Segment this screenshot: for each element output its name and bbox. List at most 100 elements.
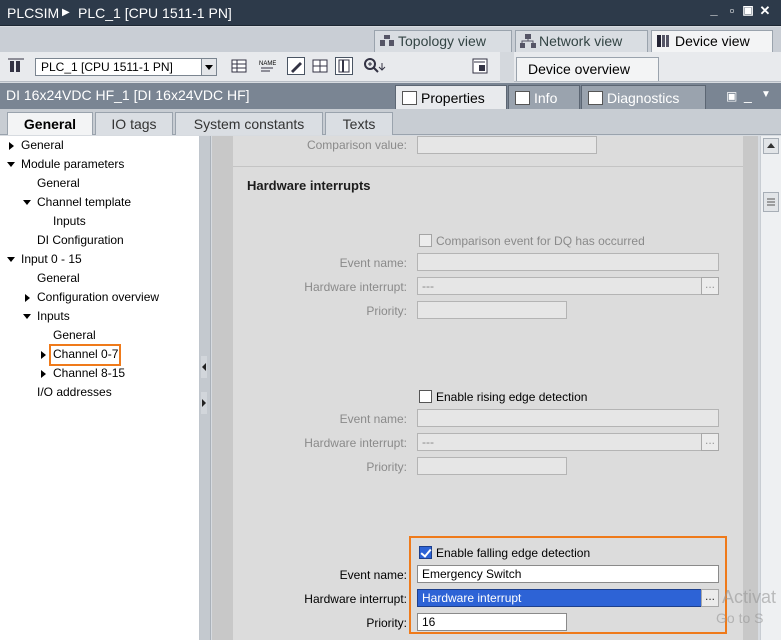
panel-layout-icon[interactable]: ▣ xyxy=(726,89,737,103)
browse-button-1: ... xyxy=(701,277,719,295)
overview-icon[interactable] xyxy=(471,57,489,75)
navigation-tree: General Module parameters General Channe… xyxy=(0,136,200,640)
tree-item-inputs[interactable]: Inputs xyxy=(0,307,70,326)
info-icon xyxy=(515,91,530,105)
chevron-down-icon[interactable] xyxy=(201,59,216,75)
properties-panel: Comparison value: Hardware interrupts Co… xyxy=(233,136,743,640)
comparison-value-field xyxy=(417,136,597,154)
float-icon[interactable]: ▣ xyxy=(741,3,755,19)
expand-right-icon[interactable] xyxy=(201,392,207,414)
tree-item-general[interactable]: General xyxy=(0,136,64,155)
event-name-label: Event name: xyxy=(339,412,407,426)
breadcrumb-device[interactable]: PLC_1 [CPU 1511-1 PN] xyxy=(78,5,232,21)
event-name-label: Event name: xyxy=(339,568,407,582)
tab-diagnostics-label: Diagnostics xyxy=(607,90,680,106)
topology-icon xyxy=(379,34,395,48)
module-title: DI 16x24VDC HF_1 [DI 16x24VDC HF] xyxy=(6,87,250,103)
collapse-left-icon[interactable] xyxy=(201,356,207,378)
minimize-icon[interactable]: _ xyxy=(744,87,752,103)
event-name-field-2 xyxy=(417,409,719,427)
tree-item-input-general[interactable]: General xyxy=(0,269,80,288)
tree-item-template-inputs[interactable]: Inputs xyxy=(0,212,86,231)
rising-edge-checkbox[interactable] xyxy=(419,390,432,403)
expand-icon[interactable] xyxy=(25,294,30,302)
tab-info[interactable]: Info xyxy=(508,85,580,109)
sub-tabs-row: General IO tags System constants Texts xyxy=(0,109,781,135)
splitter-grip[interactable] xyxy=(500,52,514,82)
device-config-icon[interactable] xyxy=(7,57,25,75)
tree-item-io-addresses[interactable]: I/O addresses xyxy=(0,383,112,402)
vertical-scrollbar[interactable] xyxy=(760,136,781,640)
tab-network-label: Network view xyxy=(539,33,623,49)
tree-item-di-configuration[interactable]: DI Configuration xyxy=(0,231,124,250)
rising-edge-label: Enable rising edge detection xyxy=(436,390,588,404)
subtab-general[interactable]: General xyxy=(7,112,93,135)
toolbar: PLC_1 [CPU 1511-1 PN] NAME xyxy=(0,52,781,82)
table-icon[interactable] xyxy=(230,57,248,75)
minimize-icon[interactable]: _ xyxy=(707,2,721,18)
tab-network-view[interactable]: Network view xyxy=(515,30,648,52)
expand-icon[interactable] xyxy=(41,370,46,378)
tree-item-module-parameters[interactable]: Module parameters xyxy=(0,155,124,174)
tree-item-configuration-overview[interactable]: Configuration overview xyxy=(0,288,159,307)
inspector-header: DI 16x24VDC HF_1 [DI 16x24VDC HF] Proper… xyxy=(0,83,781,109)
tree-item-channel-template[interactable]: Channel template xyxy=(0,193,131,212)
expand-icon[interactable] xyxy=(41,351,46,359)
collapse-icon[interactable] xyxy=(7,162,15,167)
tab-info-label: Info xyxy=(534,90,558,106)
breadcrumb-separator-icon: ▶ xyxy=(62,7,70,18)
close-icon[interactable]: ✕ xyxy=(758,3,772,19)
device-select-value: PLC_1 [CPU 1511-1 PN] xyxy=(41,60,173,74)
chevron-down-icon[interactable]: ▼ xyxy=(761,89,771,100)
hardware-interrupt-label: Hardware interrupt: xyxy=(304,280,407,294)
tree-item-inputs-general[interactable]: General xyxy=(0,326,96,345)
scroll-up-icon[interactable] xyxy=(763,138,779,154)
collapse-icon[interactable] xyxy=(23,200,31,205)
tab-device-view[interactable]: Device view xyxy=(651,30,773,52)
section-divider xyxy=(233,166,743,167)
tab-diagnostics[interactable]: Diagnostics xyxy=(581,85,706,109)
tree-item-input-0-15[interactable]: Input 0 - 15 xyxy=(0,250,82,269)
priority-label: Priority: xyxy=(366,460,407,474)
zoom-icon[interactable] xyxy=(363,57,386,75)
tree-item-module-general[interactable]: General xyxy=(0,174,80,193)
tab-device-label: Device view xyxy=(675,33,750,49)
device-icon xyxy=(656,34,672,48)
collapse-icon[interactable] xyxy=(23,314,31,319)
title-bar: PLCSIM ▶ PLC_1 [CPU 1511-1 PN] _ ▫ ▣ ✕ xyxy=(0,0,781,26)
hardware-interrupt-label: Hardware interrupt: xyxy=(304,436,407,450)
subtab-system-constants[interactable]: System constants xyxy=(175,112,323,135)
tree-item-channel-8-15[interactable]: Channel 8-15 xyxy=(0,364,125,383)
network-icon xyxy=(520,34,536,48)
tab-topology-label: Topology view xyxy=(398,33,486,49)
tab-properties-label: Properties xyxy=(421,90,485,106)
breadcrumb-app[interactable]: PLCSIM xyxy=(7,5,59,21)
device-select[interactable]: PLC_1 [CPU 1511-1 PN] xyxy=(35,58,217,76)
grid-icon[interactable] xyxy=(311,57,329,75)
priority-field-1 xyxy=(417,301,567,319)
event-name-field-1 xyxy=(417,253,719,271)
highlight-box-tree xyxy=(49,344,121,366)
browse-button-2: ... xyxy=(701,433,719,451)
event-name-label: Event name: xyxy=(339,256,407,270)
layout-icon[interactable] xyxy=(335,57,353,75)
collapse-icon[interactable] xyxy=(7,257,15,262)
tab-device-overview[interactable]: Device overview xyxy=(516,57,659,81)
comparison-value-label: Comparison value: xyxy=(306,138,407,152)
name-icon[interactable]: NAME xyxy=(258,57,276,75)
tree-splitter[interactable] xyxy=(200,136,211,640)
expand-icon[interactable] xyxy=(9,142,14,150)
subtab-io-tags[interactable]: IO tags xyxy=(95,112,173,135)
scroll-thumb[interactable] xyxy=(763,192,779,212)
comparison-event-checkbox[interactable] xyxy=(419,234,432,247)
highlight-box-falling-edge xyxy=(409,536,727,634)
restore-icon[interactable]: ▫ xyxy=(725,3,739,19)
hardware-interrupt-field-2: --- xyxy=(417,433,703,451)
pen-icon[interactable] xyxy=(287,57,305,75)
properties-content: Comparison value: Hardware interrupts Co… xyxy=(212,136,758,640)
subtab-texts[interactable]: Texts xyxy=(325,112,393,135)
hardware-interrupt-field-1: --- xyxy=(417,277,703,295)
priority-label: Priority: xyxy=(366,616,407,630)
tab-properties[interactable]: Properties xyxy=(395,85,507,109)
tab-topology-view[interactable]: Topology view xyxy=(374,30,512,52)
